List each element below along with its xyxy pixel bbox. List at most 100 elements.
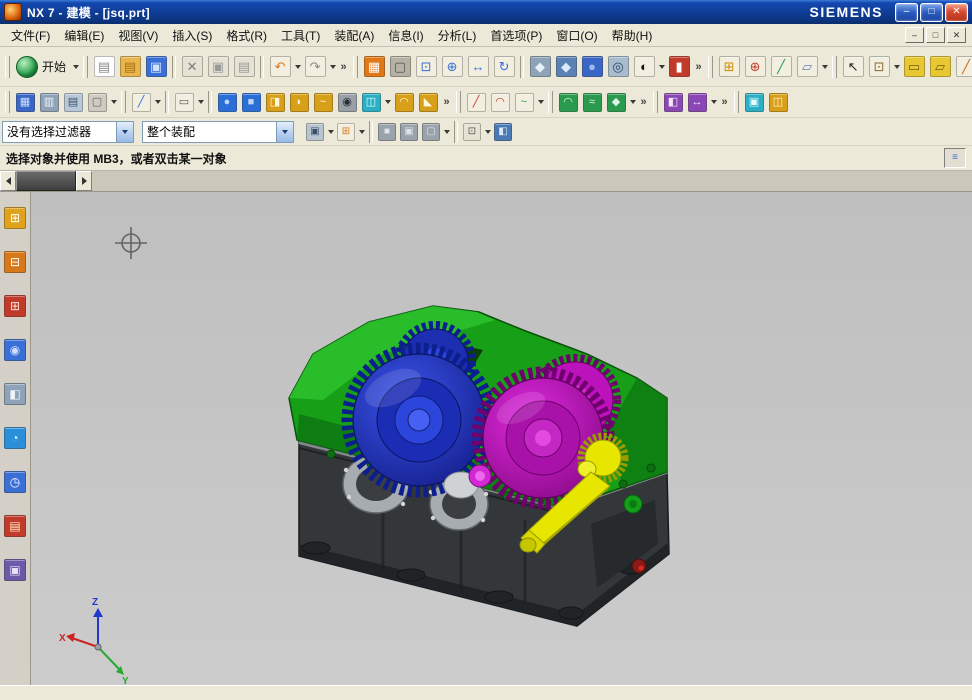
toolbar-grip[interactable] — [83, 56, 88, 78]
pan-icon[interactable]: ↔ — [465, 54, 491, 80]
split-window-icon[interactable]: ▥ — [37, 90, 61, 114]
snap-enable-icon[interactable]: ⊡ — [461, 121, 483, 143]
datum-csys-icon[interactable]: ⊞ — [716, 54, 742, 80]
sketch-caret[interactable] — [153, 90, 162, 114]
synchronous-toolbar-overflow[interactable]: » — [718, 96, 731, 108]
shaded-view-icon[interactable]: ● — [579, 54, 605, 80]
menu-window[interactable]: 窗口(O) — [549, 25, 604, 46]
menu-view[interactable]: 视图(V) — [111, 25, 165, 46]
surface-toolbar-overflow[interactable]: » — [637, 96, 650, 108]
menu-information[interactable]: 信息(I) — [381, 25, 430, 46]
snap-enable-caret[interactable] — [483, 120, 492, 144]
zoom-icon[interactable]: ⊕ — [439, 54, 465, 80]
mdi-minimize-button[interactable]: – — [905, 27, 924, 43]
measure-body-icon[interactable]: ▣ — [742, 90, 766, 114]
selection-scope-combo[interactable]: 整个装配 — [142, 121, 294, 143]
point-icon[interactable]: ⊕ — [742, 54, 768, 80]
save-icon[interactable]: ▣ — [143, 54, 169, 80]
measure-angle-icon[interactable]: ▱ — [927, 54, 953, 80]
close-button[interactable]: ✕ — [945, 3, 968, 22]
h-scroll-track[interactable] — [92, 171, 972, 191]
toolbar-grip[interactable] — [121, 91, 126, 113]
layer-settings-icon[interactable]: ▤ — [61, 90, 85, 114]
sketch-icon[interactable]: ╱ — [129, 90, 153, 114]
refresh-icon[interactable]: ▦ — [361, 54, 387, 80]
edit-object-display-icon[interactable]: ╱ — [953, 54, 972, 80]
wcs-triad[interactable]: X Z Y — [59, 597, 129, 685]
highlight-faces-icon[interactable]: ▢ — [420, 121, 442, 143]
select-arrow-icon[interactable]: ↖ — [840, 54, 866, 80]
toolbar-grip[interactable] — [5, 91, 10, 113]
toolbar-grip[interactable] — [832, 56, 837, 78]
view-toolbar-overflow[interactable]: » — [692, 61, 705, 73]
trimetric-view-icon[interactable]: ◆ — [527, 54, 553, 80]
standard-toolbar-overflow[interactable]: » — [337, 61, 350, 73]
surface-caret[interactable] — [628, 90, 637, 114]
toolbar-grip[interactable] — [548, 91, 553, 113]
arc-icon[interactable]: ◠ — [488, 90, 512, 114]
extrude-icon[interactable]: ◨ — [263, 90, 287, 114]
through-curves-icon[interactable]: ≈ — [580, 90, 604, 114]
selection-scope-combo-dropdown-button[interactable] — [276, 122, 293, 142]
fit-window-icon[interactable]: ▢ — [387, 54, 413, 80]
chamfer-icon[interactable]: ◣ — [416, 90, 440, 114]
undo-caret[interactable] — [293, 55, 302, 79]
datum-plane-icon[interactable]: ▱ — [794, 54, 820, 80]
hd3d-tools-icon[interactable]: ◧ — [3, 382, 27, 406]
toolbar-grip[interactable] — [353, 56, 358, 78]
menu-analysis[interactable]: 分析(L) — [431, 25, 484, 46]
snap-point-icon[interactable]: ⊡ — [866, 54, 892, 80]
open-file-icon[interactable]: ▤ — [117, 54, 143, 80]
menu-edit[interactable]: 编辑(E) — [57, 25, 111, 46]
menu-file[interactable]: 文件(F) — [4, 25, 57, 46]
synchronous-caret[interactable] — [709, 90, 718, 114]
redo-caret[interactable] — [328, 55, 337, 79]
select-in-window-icon[interactable]: ▣ — [304, 121, 326, 143]
selection-filter-combo-dropdown-button[interactable] — [116, 122, 133, 142]
reuse-library-icon[interactable]: ◉ — [3, 338, 27, 362]
measure-distance-icon[interactable]: ▭ — [901, 54, 927, 80]
copy-icon[interactable]: ▣ — [205, 54, 231, 80]
menu-assemblies[interactable]: 装配(A) — [327, 25, 381, 46]
hole-icon[interactable]: ◉ — [335, 90, 359, 114]
h-scroll-right-button[interactable] — [76, 171, 92, 191]
edge-blend-icon[interactable]: ◠ — [392, 90, 416, 114]
render-style-icon[interactable]: ◐ — [631, 54, 657, 80]
rectangle-caret[interactable] — [196, 90, 205, 114]
render-style-caret[interactable] — [657, 55, 666, 79]
vector-icon[interactable]: ╱ — [768, 54, 794, 80]
ruled-surface-icon[interactable]: ◠ — [556, 90, 580, 114]
roles-icon[interactable]: ▣ — [3, 558, 27, 582]
h-scroll-thumb[interactable] — [16, 171, 76, 191]
minimize-button[interactable]: – — [895, 3, 918, 22]
swept-surface-icon[interactable]: ◆ — [604, 90, 628, 114]
paste-icon[interactable]: ▤ — [231, 54, 257, 80]
pull-face-icon[interactable]: ↔ — [685, 90, 709, 114]
new-file-icon[interactable]: ▤ — [91, 54, 117, 80]
drain-plug-red[interactable] — [632, 559, 646, 573]
start-caret[interactable] — [71, 55, 80, 79]
history-icon[interactable]: ◷ — [3, 470, 27, 494]
redo-icon[interactable]: ↷ — [302, 54, 328, 80]
web-browser-icon[interactable]: ◔ — [3, 426, 27, 450]
maximize-button[interactable]: □ — [920, 3, 943, 22]
sphere-icon[interactable]: ● — [215, 90, 239, 114]
feature-toolbar-overflow[interactable]: » — [440, 96, 453, 108]
datum-caret[interactable] — [820, 55, 829, 79]
toolbar-grip[interactable] — [708, 56, 713, 78]
toolbar-grip[interactable] — [456, 91, 461, 113]
assembly-context-icon[interactable]: ◧ — [492, 121, 514, 143]
mdi-close-button[interactable]: ✕ — [947, 27, 966, 43]
simple-interference-icon[interactable]: ◫ — [766, 90, 790, 114]
menu-insert[interactable]: 插入(S) — [165, 25, 219, 46]
drain-plug-green[interactable] — [624, 495, 642, 513]
highlight-caret[interactable] — [442, 120, 451, 144]
select-in-window-caret[interactable] — [326, 120, 335, 144]
swept-icon[interactable]: ~ — [311, 90, 335, 114]
boolean-caret[interactable] — [383, 90, 392, 114]
section-view-icon[interactable]: ▮ — [666, 54, 692, 80]
layout-icon[interactable]: ▢ — [85, 90, 109, 114]
graphics-viewport[interactable]: X Z Y — [31, 192, 972, 685]
isometric-view-icon[interactable]: ◆ — [553, 54, 579, 80]
selection-filter-combo[interactable]: 没有选择过滤器 — [2, 121, 134, 143]
